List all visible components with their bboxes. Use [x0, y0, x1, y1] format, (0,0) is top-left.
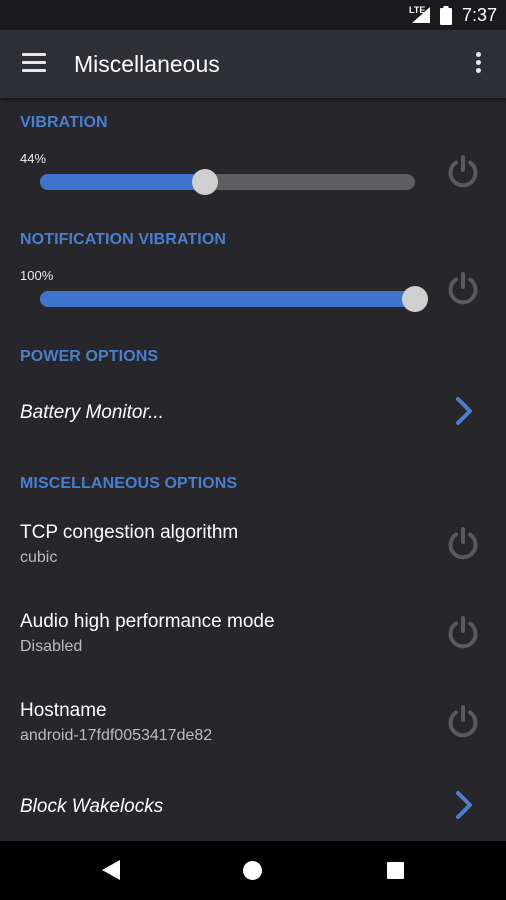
status-bar: LTE 7:37 — [0, 0, 506, 30]
section-header-vibration: VIBRATION — [20, 114, 108, 131]
section-header-misc-options: MISCELLANEOUS OPTIONS — [20, 475, 238, 492]
slider-fill — [40, 174, 205, 190]
hamburger-menu-icon[interactable] — [22, 53, 46, 73]
slider-thumb[interactable] — [402, 286, 428, 312]
vibration-power-icon[interactable] — [445, 154, 481, 190]
clock: 7:37 — [462, 5, 498, 25]
notification-vibration-slider[interactable] — [40, 286, 428, 312]
notification-vibration-value-label: 100% — [20, 268, 54, 283]
notification-vibration-power-icon[interactable] — [445, 271, 481, 307]
hostname-value: android-17fdf0053417de82 — [20, 727, 213, 744]
slider-fill — [40, 291, 415, 307]
battery-icon — [440, 6, 452, 25]
hostname-title[interactable]: Hostname — [20, 700, 107, 722]
section-header-power-options: POWER OPTIONS — [20, 348, 159, 365]
vibration-value-label: 44% — [20, 151, 47, 166]
signal-icon — [412, 7, 430, 23]
settings-list: VIBRATION 44% NOTIFICATION VIBRATION 100… — [0, 98, 506, 841]
back-icon[interactable] — [101, 859, 121, 881]
system-navigation-bar — [0, 841, 506, 900]
tcp-congestion-title[interactable]: TCP congestion algorithm — [20, 522, 238, 544]
audio-high-performance-value: Disabled — [20, 638, 83, 655]
home-icon[interactable] — [243, 861, 262, 880]
chevron-right-icon[interactable] — [452, 396, 476, 426]
tcp-congestion-power-icon[interactable] — [445, 526, 481, 562]
page-title: Miscellaneous — [74, 51, 220, 77]
chevron-right-icon[interactable] — [452, 790, 476, 820]
app-toolbar: Miscellaneous — [0, 30, 506, 98]
block-wakelocks-item[interactable]: Block Wakelocks — [20, 796, 163, 818]
audio-high-performance-power-icon[interactable] — [445, 615, 481, 651]
recent-apps-icon[interactable] — [387, 862, 404, 879]
audio-high-performance-title[interactable]: Audio high performance mode — [20, 611, 275, 633]
tcp-congestion-value: cubic — [20, 549, 58, 566]
vibration-slider[interactable] — [40, 169, 415, 195]
section-header-notification-vibration: NOTIFICATION VIBRATION — [20, 231, 227, 248]
more-vert-icon[interactable] — [472, 52, 484, 76]
hostname-power-icon[interactable] — [445, 704, 481, 740]
battery-monitor-item[interactable]: Battery Monitor... — [20, 402, 164, 424]
slider-thumb[interactable] — [192, 169, 218, 195]
